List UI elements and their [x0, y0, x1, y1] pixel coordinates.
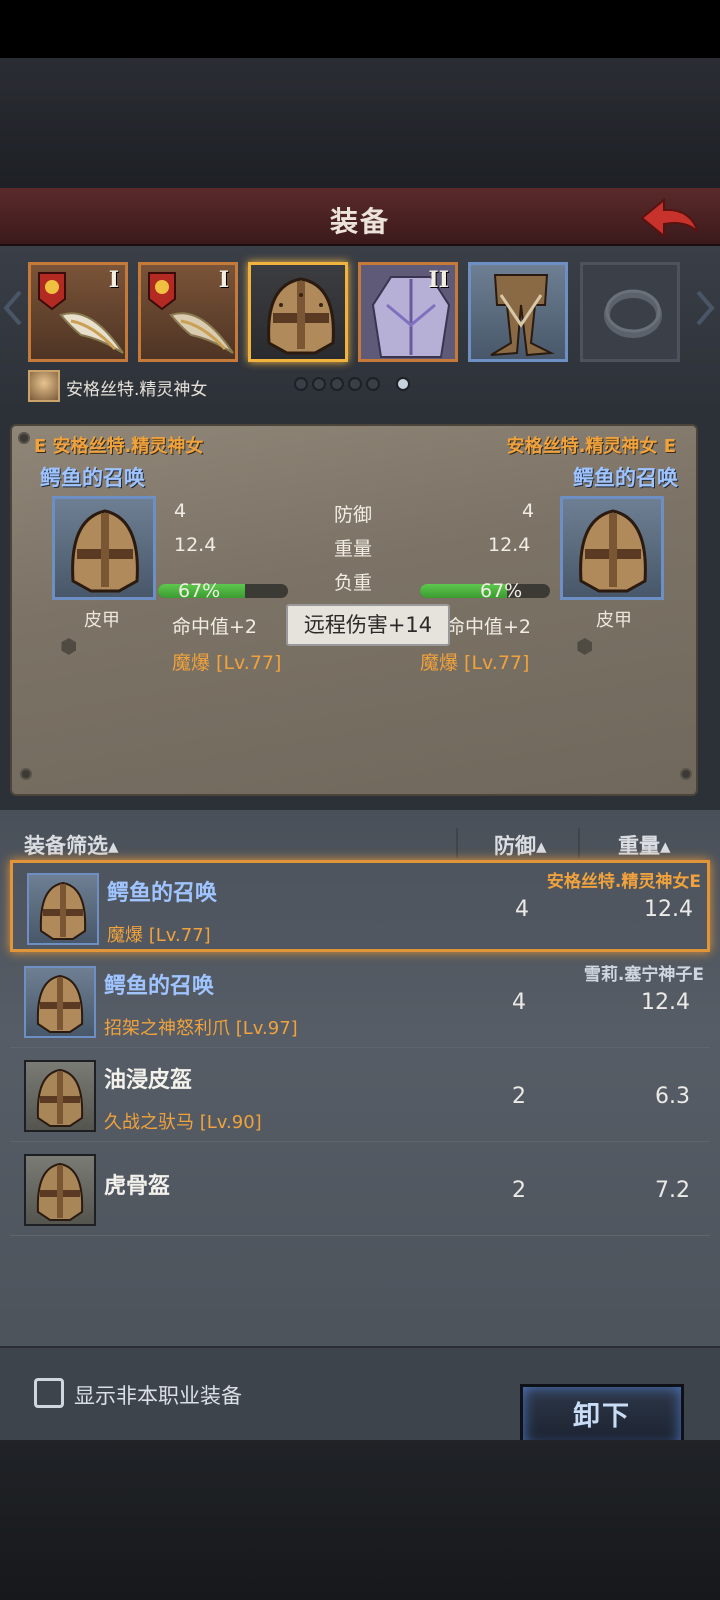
pin-icon	[18, 432, 30, 444]
list-item[interactable]: 鳄鱼的召唤 招架之神怒利爪 [Lv.97] 雪莉.塞宁神子E 4 12.4	[10, 956, 710, 1048]
slot-boots[interactable]	[468, 262, 568, 362]
helmet-icon	[39, 881, 87, 940]
left-owner-tag: E 安格丝特.精灵神女	[34, 436, 204, 457]
slot-helmet[interactable]	[248, 262, 348, 362]
character-name: 安格丝特.精灵神女	[66, 380, 208, 400]
page-dot-active	[396, 377, 410, 391]
list-item-icon	[24, 966, 96, 1038]
right-item-name: 鳄鱼的召唤	[573, 466, 678, 490]
right-weight-value: 12.4	[488, 534, 531, 556]
left-weight-value: 12.4	[174, 534, 217, 556]
helmet-icon	[36, 974, 84, 1033]
right-hit-bonus: 命中值+2	[446, 616, 532, 638]
load-label: 负重	[334, 572, 373, 594]
helmet-icon	[36, 1162, 84, 1221]
page-dot	[312, 377, 326, 391]
list-item-owner: 安格丝特.精灵神女E	[546, 872, 701, 892]
back-arrow-icon	[640, 197, 699, 239]
list-item-weight: 6.3	[655, 1084, 690, 1109]
page-dot	[366, 377, 380, 391]
list-item-name: 鳄鱼的召唤	[107, 881, 218, 906]
slot-ring[interactable]	[580, 262, 680, 362]
stat-tooltip: 远程伤害+14	[286, 604, 450, 646]
left-item-name: 鳄鱼的召唤	[40, 466, 145, 490]
list-item-name: 虎骨盔	[104, 1174, 171, 1199]
weight-label: 重量	[334, 538, 373, 560]
list-item-rune: 久战之驮马 [Lv.90]	[104, 1112, 262, 1133]
header-divider	[456, 828, 458, 858]
list-item-weight: 7.2	[655, 1178, 690, 1203]
back-button[interactable]	[638, 196, 702, 240]
list-item-owner: 雪莉.塞宁神子E	[583, 965, 704, 985]
list-item-defense: 4	[515, 897, 529, 922]
filter-sort-button[interactable]: 装备筛选▴	[24, 830, 119, 860]
bottom-backdrop	[0, 1440, 720, 1600]
page-dot	[294, 377, 308, 391]
list-item-rune: 招架之神怒利爪 [Lv.97]	[104, 1018, 298, 1039]
defense-sort-button[interactable]: 防御▴	[494, 830, 547, 860]
list-item-rune: 魔爆 [Lv.77]	[107, 925, 211, 946]
header-bar: 装备	[0, 188, 720, 246]
list-item-name: 油浸皮盔	[104, 1068, 193, 1093]
slot-tier-label: I	[218, 267, 229, 293]
list-item-defense: 4	[512, 990, 526, 1015]
left-item-type: 皮甲	[84, 610, 120, 631]
page-dot	[348, 377, 362, 391]
right-rune: 魔爆 [Lv.77]	[420, 652, 530, 674]
list-item-weight: 12.4	[641, 990, 690, 1015]
left-defense-value: 4	[174, 500, 187, 522]
ring-icon	[604, 289, 662, 338]
left-load-value: 67%	[178, 580, 221, 602]
right-item-icon	[560, 496, 664, 600]
page-indicator	[294, 377, 414, 393]
list-item-name: 鳄鱼的召唤	[104, 974, 215, 999]
right-load-value: 67%	[480, 580, 523, 602]
helmet-icon	[267, 277, 335, 355]
pin-icon	[20, 768, 32, 780]
list-item-icon	[24, 1154, 96, 1226]
list-item[interactable]: 油浸皮盔 久战之驮马 [Lv.90] 2 6.3	[10, 1050, 710, 1142]
list-item-defense: 2	[512, 1084, 526, 1109]
boots-icon	[490, 274, 555, 357]
show-other-class-checkbox[interactable]	[34, 1378, 64, 1408]
slot-weapon-1[interactable]: I	[28, 262, 128, 362]
helmet-icon	[36, 1068, 84, 1127]
left-rune: 魔爆 [Lv.77]	[172, 652, 282, 674]
list-item-defense: 2	[512, 1178, 526, 1203]
status-bar	[0, 0, 720, 58]
left-item-icon	[52, 496, 156, 600]
show-other-class-label: 显示非本职业装备	[74, 1384, 242, 1408]
right-defense-value: 4	[522, 500, 535, 522]
left-hit-bonus: 命中值+2	[172, 616, 258, 638]
right-item-type: 皮甲	[596, 610, 632, 631]
helmet-icon	[579, 509, 647, 593]
list-item-icon	[24, 1060, 96, 1132]
socket-hex-icon: ⬢	[60, 634, 78, 658]
list-item-weight: 12.4	[644, 897, 693, 922]
list-item-icon	[27, 873, 99, 945]
list-item[interactable]: 虎骨盔 2 7.2	[10, 1144, 710, 1236]
scroll-left-arrow-icon[interactable]	[2, 290, 24, 326]
pin-icon	[680, 768, 692, 780]
page-dot	[330, 377, 344, 391]
avatar	[28, 370, 60, 402]
slot-weapon-2[interactable]: I	[138, 262, 238, 362]
list-item[interactable]: 鳄鱼的召唤 魔爆 [Lv.77] 安格丝特.精灵神女E 4 12.4	[10, 860, 710, 952]
page-title: 装备	[329, 205, 390, 238]
scroll-right-arrow-icon[interactable]	[694, 290, 716, 326]
socket-hex-icon: ⬢	[576, 634, 594, 658]
defense-label: 防御	[334, 504, 373, 526]
slot-tier-label: I	[108, 267, 119, 293]
slot-tier-label: II	[428, 267, 449, 293]
top-backdrop	[0, 58, 720, 188]
slot-armor[interactable]: II	[358, 262, 458, 362]
helmet-icon	[71, 509, 139, 593]
header-divider	[578, 828, 580, 858]
weight-sort-button[interactable]: 重量▴	[618, 830, 671, 860]
right-owner-tag: 安格丝特.精灵神女 E	[506, 436, 676, 457]
